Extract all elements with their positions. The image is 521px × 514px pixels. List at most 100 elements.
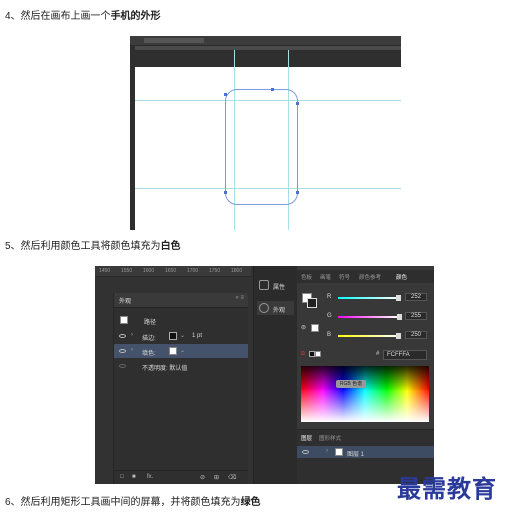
- g-value-input[interactable]: 255: [405, 312, 427, 320]
- color-panel-tabs: 色板 画笔 符号 颜色参考 颜色: [297, 270, 434, 283]
- web-color-swatch[interactable]: [311, 324, 319, 332]
- step-6-text: 6、然后利用矩形工具画中间的屏幕，并将颜色填充为: [5, 497, 241, 508]
- properties-panel-button[interactable]: 属性: [257, 278, 294, 292]
- stroke-label: 描边:: [142, 336, 156, 342]
- chevron-right-icon[interactable]: ›: [326, 448, 328, 454]
- panel-menu-icon[interactable]: « ≡: [235, 295, 244, 301]
- anchor-point[interactable]: [296, 191, 299, 194]
- properties-icon: [259, 280, 269, 290]
- step-4-highlight: 手机的外形: [110, 11, 161, 22]
- eye-icon[interactable]: [302, 450, 309, 454]
- watermark-logo: 最需教育: [397, 474, 497, 503]
- color-panel: 色板 画笔 符号 颜色参考 颜色 ⊜ R 252 G 255 B 250 ⧄ #…: [297, 266, 434, 484]
- opacity-label[interactable]: 不透明度: 默认值: [142, 363, 187, 372]
- chevron-down-icon[interactable]: ⌄: [180, 347, 185, 354]
- b-label: B: [327, 332, 332, 338]
- eye-icon[interactable]: [119, 334, 126, 338]
- clear-appearance-icon[interactable]: ⊘: [200, 474, 205, 481]
- appearance-panel-button[interactable]: 外观: [257, 301, 294, 315]
- anchor-point[interactable]: [271, 88, 274, 91]
- ruler-number: 1600: [143, 268, 155, 274]
- horizontal-ruler: 1450 1550 1600 1650 1700 1750 1800: [95, 266, 251, 277]
- b-slider[interactable]: [338, 335, 398, 337]
- trash-icon[interactable]: ⌫: [228, 474, 236, 481]
- appearance-panel-header: 外观 « ≡: [114, 293, 248, 308]
- layer-thumbnail: [335, 448, 343, 456]
- eye-icon[interactable]: [119, 349, 126, 353]
- step-6-caption: 6、然后利用矩形工具画中间的屏幕，并将颜色填充为绿色: [5, 496, 261, 510]
- appearance-panel: 外观 « ≡ 路径 › 描边: ⌄ 1 pt › 填色: ⌄ 不透明度: 默认值…: [113, 293, 248, 484]
- new-stroke-icon[interactable]: □: [120, 474, 124, 480]
- g-slider-thumb[interactable]: [397, 314, 402, 320]
- hex-input[interactable]: FCFFFA: [383, 350, 427, 360]
- appearance-row-opacity[interactable]: 不透明度: 默认值: [114, 359, 248, 373]
- step-4-caption: 4、然后在画布上画一个手机的外形: [5, 10, 161, 24]
- eye-icon[interactable]: [119, 364, 126, 368]
- document-tab-bar: [130, 36, 401, 46]
- fx-icon[interactable]: fx.: [147, 474, 153, 480]
- chevron-right-icon[interactable]: ›: [131, 347, 133, 353]
- appearance-row-fill[interactable]: › 填色: ⌄: [114, 344, 248, 358]
- tab-layers[interactable]: 图层: [301, 434, 312, 442]
- ruler-number: 1650: [165, 268, 177, 274]
- tab-brushes[interactable]: 画笔: [320, 273, 331, 281]
- r-slider[interactable]: [338, 297, 398, 299]
- appearance-label: 外观: [273, 308, 286, 314]
- step-4-text: 4、然后在画布上画一个: [5, 11, 111, 22]
- stroke-weight[interactable]: 1 pt: [192, 333, 202, 339]
- step-5-caption: 5、然后利用颜色工具将颜色填充为白色: [5, 240, 181, 254]
- b-slider-thumb[interactable]: [396, 333, 401, 339]
- illustrator-canvas-screenshot: [130, 36, 401, 230]
- ruler-number: 1750: [209, 268, 221, 274]
- layer-row[interactable]: › 图层 1: [297, 446, 434, 458]
- anchor-point[interactable]: [224, 191, 227, 194]
- tab-symbols[interactable]: 符号: [339, 273, 350, 281]
- phone-outline-shape[interactable]: [225, 89, 298, 205]
- tab-color-guide[interactable]: 颜色参考: [359, 273, 381, 281]
- pasteboard: [135, 50, 401, 67]
- white-swatch[interactable]: [315, 351, 321, 357]
- layer-name[interactable]: 图层 1: [347, 449, 364, 458]
- ruler-number: 1550: [121, 268, 133, 274]
- ruler-number: 1700: [187, 268, 199, 274]
- appearance-row-stroke[interactable]: › 描边: ⌄ 1 pt: [114, 329, 248, 343]
- ruler-number: 1800: [231, 268, 243, 274]
- tab-swatches[interactable]: 色板: [301, 273, 312, 281]
- anchor-point[interactable]: [224, 93, 227, 96]
- spectrum-tooltip: RGB 色谱: [336, 380, 366, 388]
- tab-graphic-styles[interactable]: 图形样式: [319, 434, 341, 442]
- r-value-input[interactable]: 252: [405, 293, 427, 301]
- new-fill-icon[interactable]: ■: [132, 474, 136, 480]
- anchor-point[interactable]: [296, 102, 299, 105]
- stroke-color-proxy[interactable]: [307, 298, 317, 308]
- g-label: G: [327, 313, 332, 319]
- illustrator-panels-screenshot: 1450 1550 1600 1650 1700 1750 1800 外观 « …: [95, 266, 434, 484]
- g-slider[interactable]: [338, 316, 398, 318]
- chevron-down-icon[interactable]: ⌄: [180, 332, 185, 339]
- ruler-number: 1450: [99, 268, 111, 274]
- tab-color[interactable]: 颜色: [396, 273, 407, 281]
- hex-hash: #: [376, 351, 380, 357]
- properties-label: 属性: [273, 285, 286, 291]
- fill-swatch[interactable]: [169, 347, 177, 355]
- r-slider-thumb[interactable]: [396, 295, 401, 301]
- none-color-icon[interactable]: ⧄: [301, 351, 305, 358]
- chevron-right-icon[interactable]: ›: [131, 332, 133, 338]
- b-value-input[interactable]: 250: [405, 331, 427, 339]
- document-tab[interactable]: [144, 38, 204, 43]
- step-5-highlight: 白色: [160, 241, 181, 252]
- stroke-swatch[interactable]: [169, 332, 177, 340]
- path-swatch: [120, 316, 128, 324]
- step-6-highlight: 绿色: [240, 497, 261, 508]
- appearance-panel-title[interactable]: 外观: [119, 296, 131, 305]
- fill-label: 填色:: [142, 351, 156, 357]
- out-of-gamut-icon[interactable]: ⊜: [301, 324, 306, 331]
- duplicate-item-icon[interactable]: ⊞: [214, 474, 219, 481]
- r-label: R: [327, 294, 332, 300]
- color-spectrum-shade: RGB 色谱: [301, 366, 429, 422]
- step-5-text: 5、然后利用颜色工具将颜色填充为: [5, 241, 161, 252]
- collapsed-panel-dock: 属性 外观: [253, 266, 298, 484]
- appearance-row-path[interactable]: 路径: [114, 313, 248, 327]
- appearance-icon: [259, 303, 269, 313]
- appearance-panel-footer: □ ■ fx. ⊘ ⊞ ⌫: [114, 470, 248, 484]
